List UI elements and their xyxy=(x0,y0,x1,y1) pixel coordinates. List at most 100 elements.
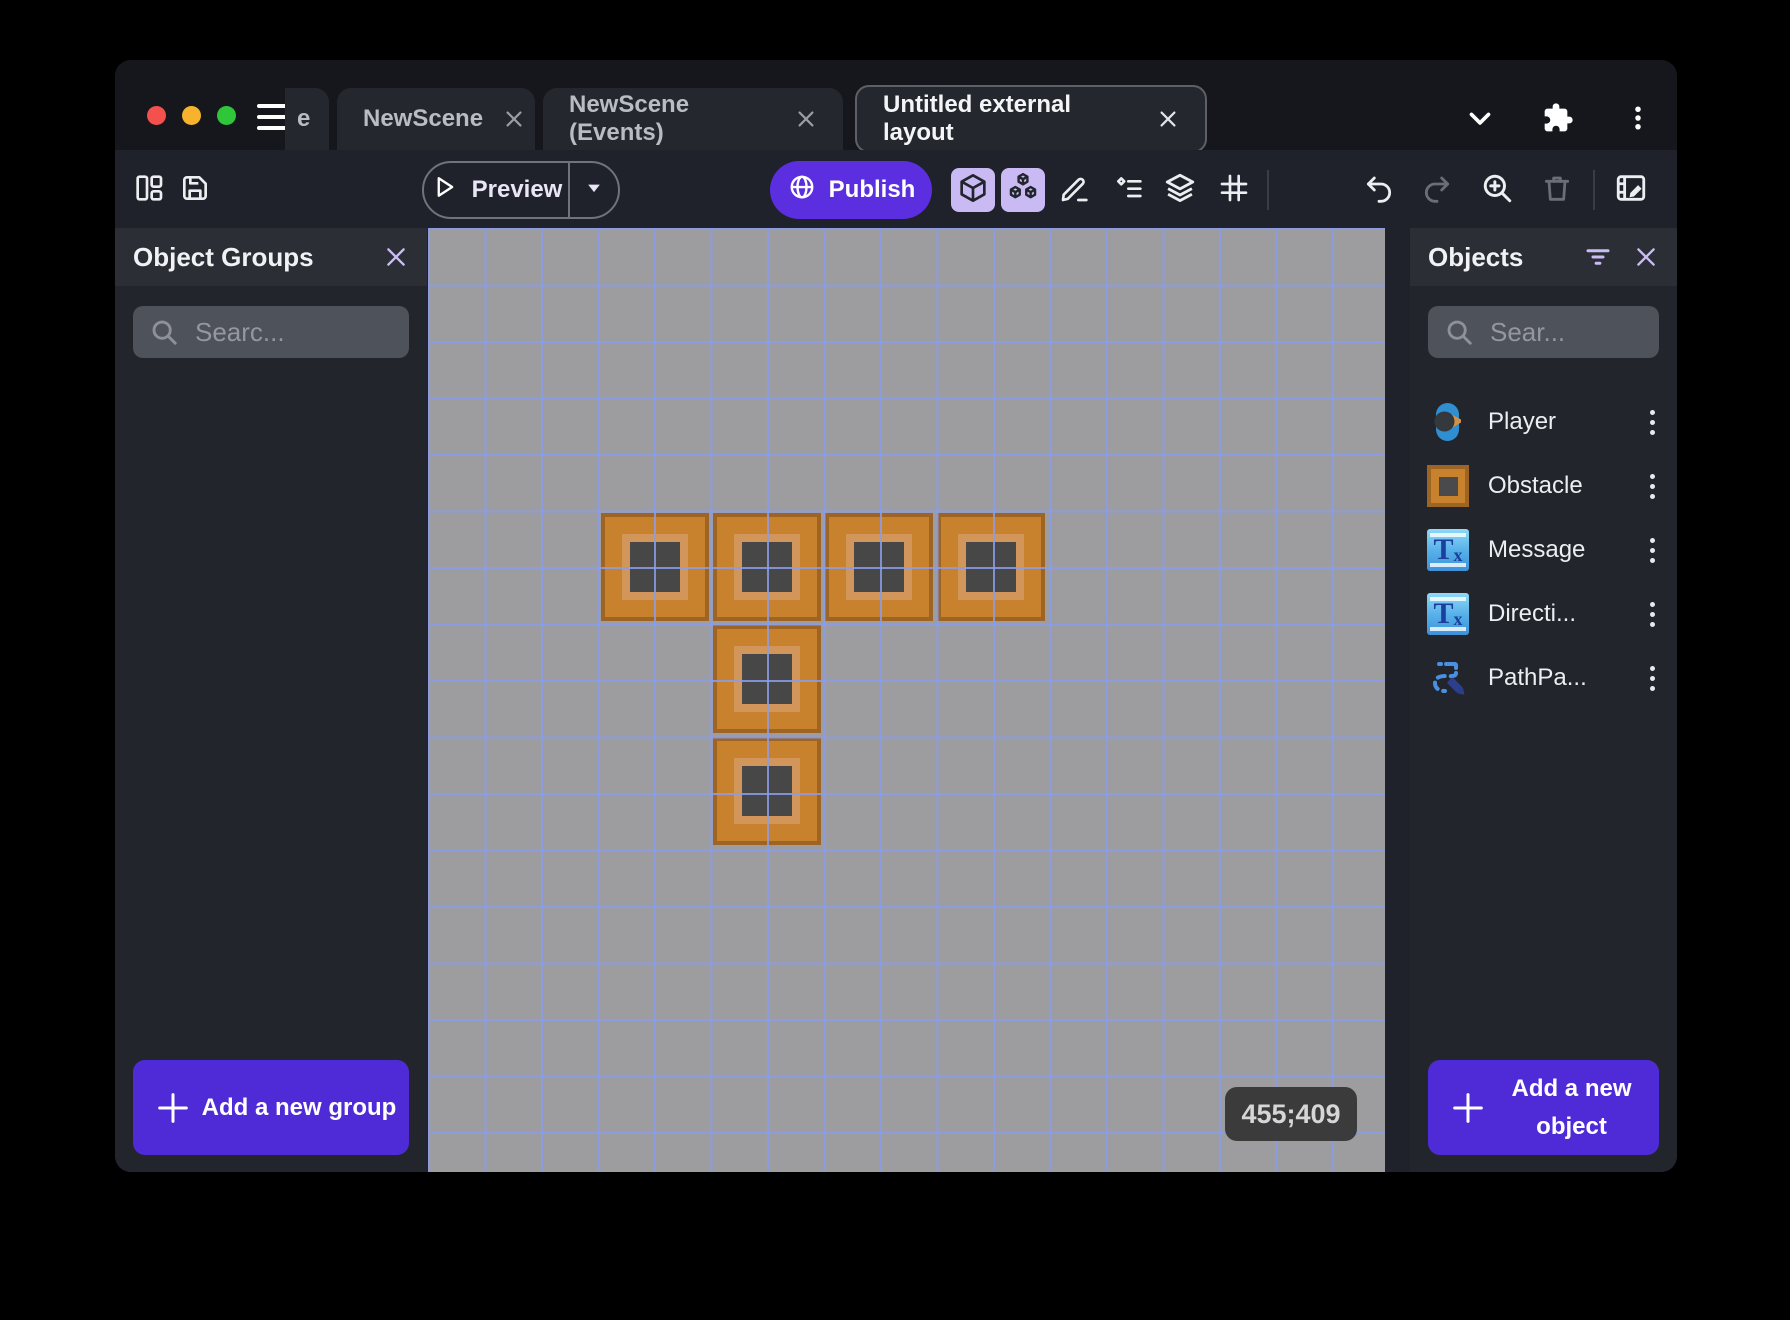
objects-panel: Objects Player xyxy=(1410,228,1677,1172)
tab-newscene-events[interactable]: NewScene (Events) xyxy=(543,88,843,150)
play-icon xyxy=(430,173,458,208)
object-name: PathPa... xyxy=(1488,664,1587,691)
tab-clipped[interactable]: e xyxy=(285,88,329,150)
obstacle-tile-instance[interactable] xyxy=(713,625,821,733)
globe-icon xyxy=(787,172,817,209)
caret-down-icon xyxy=(584,178,604,203)
obstacle-tile-instance[interactable] xyxy=(937,513,1045,621)
divider xyxy=(1593,170,1595,210)
window-controls xyxy=(147,106,236,125)
object-row-pathpaint[interactable]: PathPa... xyxy=(1410,646,1677,710)
edit-instances-mode-button[interactable] xyxy=(1001,168,1045,212)
publish-button[interactable]: Publish xyxy=(770,161,932,219)
text-object-icon: Tx xyxy=(1426,592,1470,636)
object-name: Player xyxy=(1488,408,1557,435)
panel-title: Objects xyxy=(1428,241,1524,272)
close-tab-icon[interactable] xyxy=(795,108,817,130)
add-group-button[interactable]: Add a new group xyxy=(133,1060,409,1155)
add-object-button[interactable]: Add a new object xyxy=(1428,1060,1659,1155)
close-tab-icon[interactable] xyxy=(503,108,525,130)
trash-icon xyxy=(1541,172,1573,209)
grid-icon xyxy=(1218,172,1250,209)
preview-button[interactable]: Preview xyxy=(422,161,620,219)
titlebar: e NewScene NewScene (Events) Untitled ex… xyxy=(115,60,1677,153)
minimize-window-button[interactable] xyxy=(182,106,201,125)
zoom-button[interactable] xyxy=(1475,168,1519,212)
plus-icon xyxy=(153,1088,193,1128)
close-window-button[interactable] xyxy=(147,106,166,125)
scene-canvas[interactable]: 455;409 xyxy=(428,228,1385,1172)
save-icon xyxy=(179,172,211,209)
preview-dropdown-button[interactable] xyxy=(570,163,618,217)
tab-overflow-button[interactable] xyxy=(1458,98,1502,142)
extensions-button[interactable] xyxy=(1536,98,1580,142)
object-row-obstacle[interactable]: Obstacle xyxy=(1410,454,1677,518)
close-panel-button[interactable] xyxy=(383,244,409,270)
instances-list-button[interactable] xyxy=(1107,168,1151,212)
puzzle-icon xyxy=(1542,102,1574,139)
edit-object-button[interactable] xyxy=(1053,168,1097,212)
undo-icon xyxy=(1363,172,1395,209)
add-object-label: Add a new object xyxy=(1511,1075,1632,1140)
delete-button[interactable] xyxy=(1535,168,1579,212)
layers-button[interactable] xyxy=(1158,168,1202,212)
obstacle-tile-instance[interactable] xyxy=(601,513,709,621)
search-icon xyxy=(1447,320,1472,345)
cube-3d-icon xyxy=(957,172,989,209)
grid-settings-button[interactable] xyxy=(1212,168,1256,212)
object-groups-panel: Object Groups Add a new group xyxy=(115,228,427,1172)
more-options-button[interactable] xyxy=(1616,98,1660,142)
close-panel-button[interactable] xyxy=(1633,244,1659,270)
player-icon xyxy=(1426,400,1470,444)
object-row-message[interactable]: Tx Message xyxy=(1410,518,1677,582)
toolbar: Preview Publish xyxy=(115,150,1677,228)
object-row-player[interactable]: Player xyxy=(1410,390,1677,454)
edit-objects-mode-button[interactable] xyxy=(951,168,995,212)
obstacle-icon xyxy=(1426,464,1470,508)
obstacle-tile-instance[interactable] xyxy=(713,513,821,621)
redo-button[interactable] xyxy=(1415,168,1459,212)
object-menu-button[interactable] xyxy=(1641,665,1663,691)
undo-button[interactable] xyxy=(1357,168,1401,212)
object-name: Directi... xyxy=(1488,600,1577,627)
app-window: e NewScene NewScene (Events) Untitled ex… xyxy=(115,60,1677,1172)
object-menu-button[interactable] xyxy=(1641,537,1663,563)
panel-title: Object Groups xyxy=(133,241,314,272)
preview-label: Preview xyxy=(471,176,563,203)
object-groups-search[interactable] xyxy=(133,306,409,358)
search-input[interactable] xyxy=(1488,315,1643,349)
maximize-window-button[interactable] xyxy=(217,106,236,125)
objects-header: Objects xyxy=(1410,228,1677,286)
project-manager-button[interactable] xyxy=(127,168,171,212)
objects-search[interactable] xyxy=(1428,306,1659,358)
canvas-tiles xyxy=(428,228,1385,1172)
object-row-directions[interactable]: Tx Directi... xyxy=(1410,582,1677,646)
close-tab-icon[interactable] xyxy=(1157,108,1179,130)
tab-label: NewScene (Events) xyxy=(569,91,690,146)
tab-newscene[interactable]: NewScene xyxy=(337,88,535,150)
panels-icon xyxy=(133,172,165,209)
object-menu-button[interactable] xyxy=(1641,409,1663,435)
layers-icon xyxy=(1163,171,1197,210)
object-menu-button[interactable] xyxy=(1641,473,1663,499)
add-group-label: Add a new group xyxy=(201,1093,397,1121)
tab-untitled-external-layout[interactable]: Untitled external layout xyxy=(855,85,1207,153)
scene-edit-icon xyxy=(1614,171,1648,210)
search-icon xyxy=(152,320,177,345)
tab-label: NewScene xyxy=(363,105,484,132)
cursor-coordinates-badge: 455;409 xyxy=(1225,1087,1357,1141)
save-button[interactable] xyxy=(173,168,217,212)
obstacle-tile-instance[interactable] xyxy=(825,513,933,621)
chevron-down-icon xyxy=(1463,101,1497,140)
edit-scene-events-button[interactable] xyxy=(1609,168,1653,212)
plus-icon xyxy=(1448,1088,1488,1128)
object-menu-button[interactable] xyxy=(1641,601,1663,627)
object-name: Message xyxy=(1488,536,1586,563)
tab-label: e xyxy=(297,105,311,132)
search-input[interactable] xyxy=(193,315,393,349)
obstacle-tile-instance[interactable] xyxy=(713,737,821,845)
tab-label: Untitled external layout xyxy=(883,91,1072,146)
object-groups-header: Object Groups xyxy=(115,228,427,286)
zoom-in-icon xyxy=(1480,171,1514,210)
filter-objects-button[interactable] xyxy=(1583,242,1613,272)
